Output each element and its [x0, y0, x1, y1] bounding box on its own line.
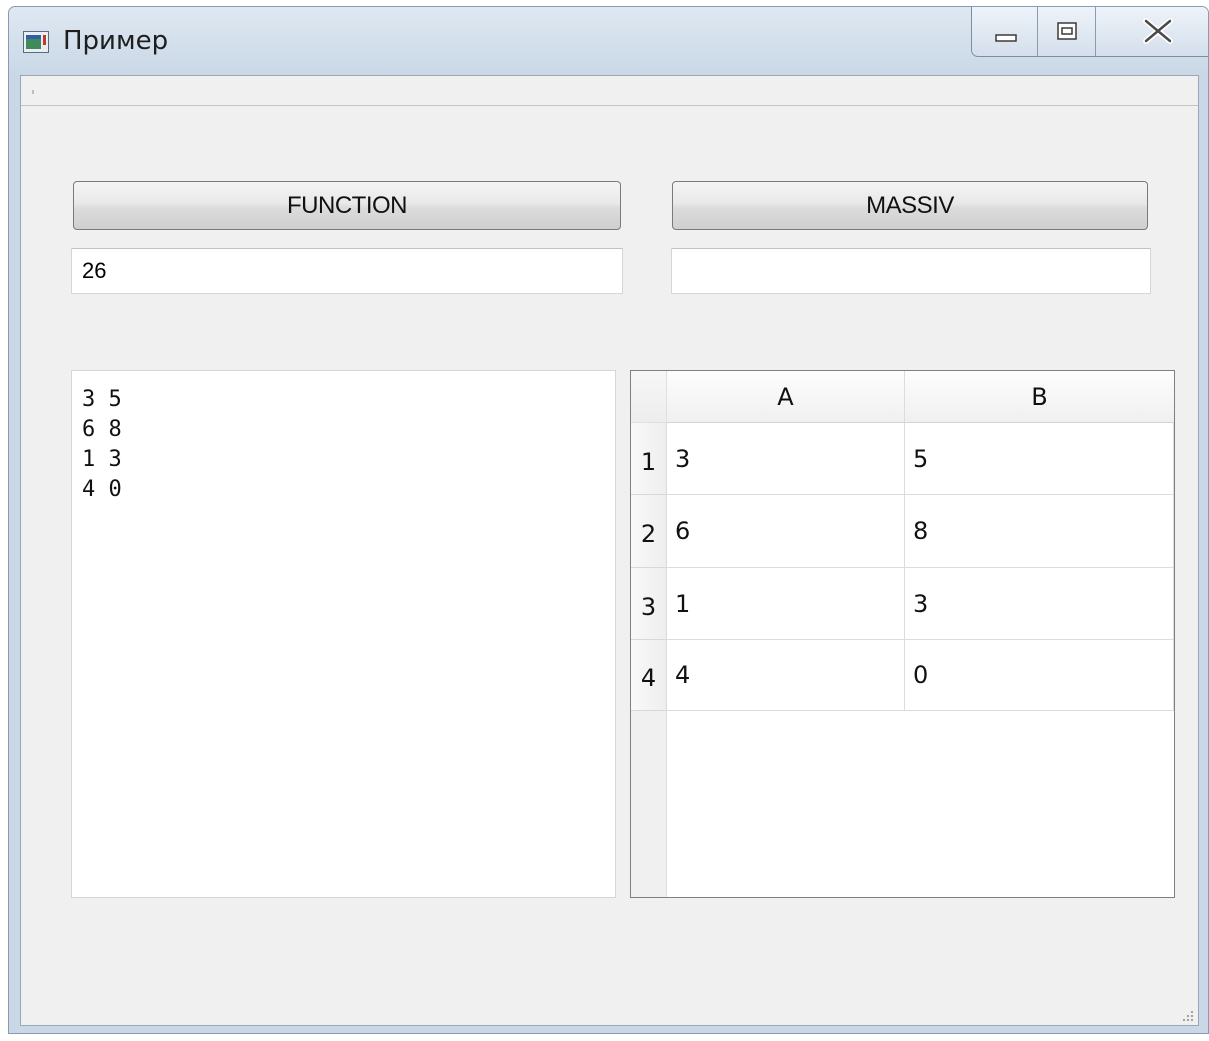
resize-grip-icon[interactable]	[1180, 1007, 1194, 1021]
title-bar[interactable]: Пример	[9, 7, 1208, 75]
table-cell[interactable]: 6	[667, 495, 905, 568]
close-button[interactable]	[1096, 7, 1208, 56]
row-header-2[interactable]: 2	[631, 495, 667, 568]
minimize-icon	[995, 34, 1017, 42]
maximize-button[interactable]	[1038, 7, 1096, 56]
grid-corner	[631, 371, 667, 423]
app-window-icon	[23, 31, 49, 53]
massiv-button[interactable]: MASSIV	[672, 181, 1148, 230]
table-cell[interactable]: 4	[667, 640, 905, 711]
table-cell[interactable]: 3	[905, 568, 1174, 640]
table-cell[interactable]: 8	[905, 495, 1174, 568]
function-button[interactable]: FUNCTION	[73, 181, 621, 230]
column-header-a[interactable]: A	[667, 371, 905, 423]
menubar-grip	[32, 90, 34, 94]
row-header-4[interactable]: 4	[631, 640, 667, 711]
menu-bar	[21, 76, 1198, 106]
minimize-button[interactable]	[972, 7, 1038, 56]
memo-line: 3 5	[82, 387, 122, 412]
memo-line: 1 3	[82, 447, 122, 472]
massiv-result-field[interactable]	[671, 248, 1151, 294]
window-title: Пример	[63, 26, 169, 56]
row-header-3[interactable]: 3	[631, 568, 667, 640]
close-icon	[1143, 18, 1173, 44]
main-window: Пример FUNCTION MASSIV 26 3 5 6 8 1 3 4 …	[8, 6, 1209, 1034]
memo-line: 4 0	[82, 477, 122, 502]
function-result-field[interactable]: 26	[71, 248, 623, 294]
memo-textarea[interactable]: 3 5 6 8 1 3 4 0	[71, 370, 616, 898]
table-cell[interactable]: 1	[667, 568, 905, 640]
table-cell[interactable]: 3	[667, 423, 905, 495]
table-cell[interactable]: 0	[905, 640, 1174, 711]
string-grid[interactable]: A B 1 3 5 2 6 8 3 1 3 4 4 0	[630, 370, 1175, 898]
row-header-1[interactable]: 1	[631, 423, 667, 495]
column-header-b[interactable]: B	[905, 371, 1174, 423]
table-cell[interactable]: 5	[905, 423, 1174, 495]
caption-buttons	[971, 7, 1208, 57]
maximize-icon	[1057, 22, 1077, 40]
memo-line: 6 8	[82, 417, 122, 442]
client-area: FUNCTION MASSIV 26 3 5 6 8 1 3 4 0 A B 1…	[20, 75, 1199, 1026]
